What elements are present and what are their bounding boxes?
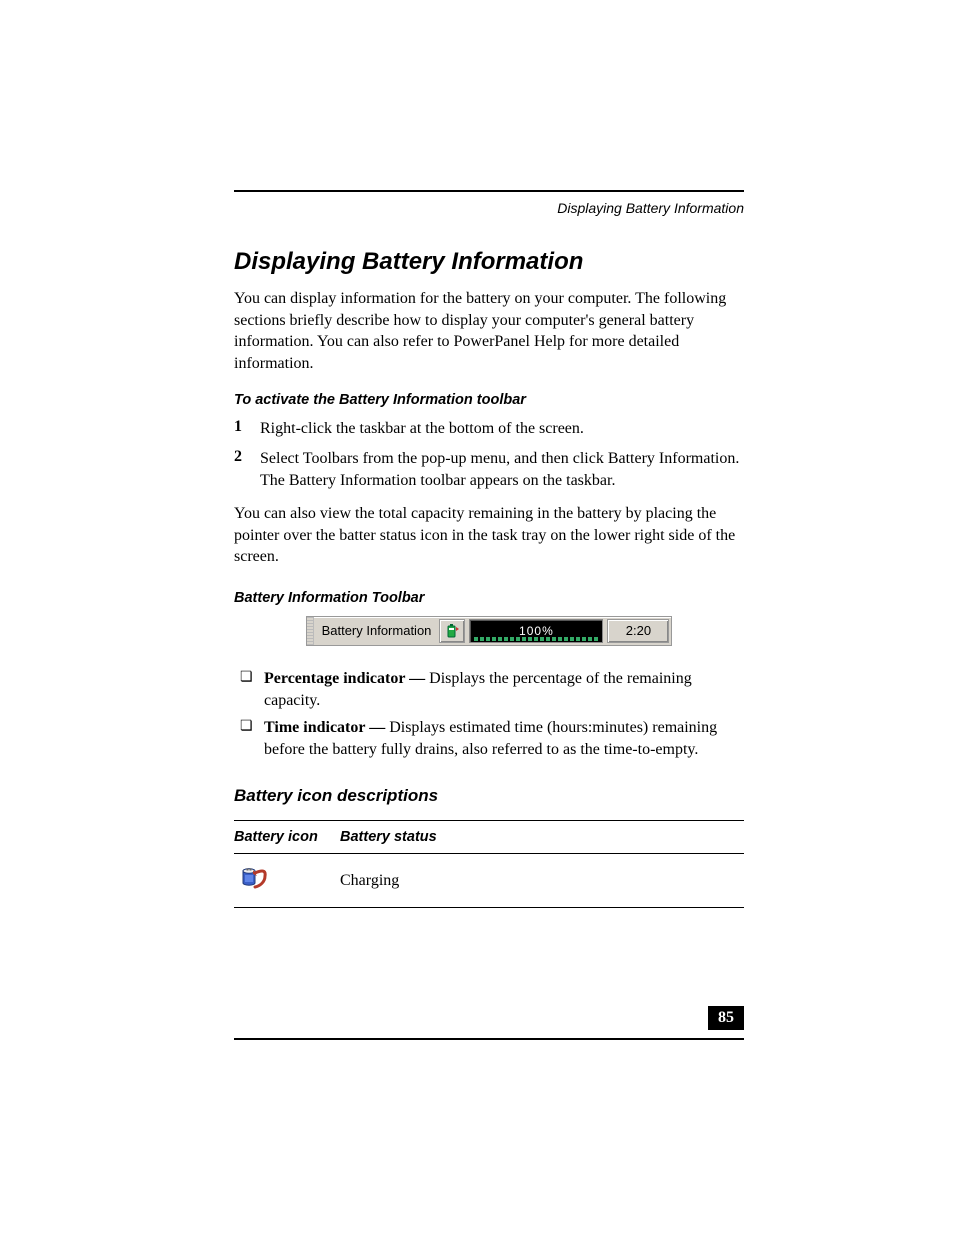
figure-caption: Battery Information Toolbar — [234, 590, 744, 606]
bullet-text: Time indicator — Displays estimated time… — [264, 717, 744, 760]
content-area: Displaying Battery Information You can d… — [234, 248, 744, 908]
bullet-item: ❏ Percentage indicator — Displays the pe… — [234, 668, 744, 711]
step-item: 1 Right-click the taskbar at the bottom … — [234, 418, 744, 440]
battery-icon-table: Battery icon Battery status — [234, 820, 744, 908]
percentage-value: 100% — [519, 624, 554, 638]
table-header-row: Battery icon Battery status — [234, 821, 744, 854]
step-text: Select Toolbars from the pop-up menu, an… — [260, 448, 744, 491]
page-number: 85 — [708, 1006, 744, 1030]
toolbar-grip — [307, 617, 314, 645]
table-header-icon: Battery icon — [234, 821, 340, 854]
step-number: 2 — [234, 448, 260, 491]
top-rule — [234, 190, 744, 192]
step-text: Right-click the taskbar at the bottom of… — [260, 418, 584, 440]
activate-heading: To activate the Battery Information tool… — [234, 392, 744, 408]
battery-info-toolbar: Battery Information 100% 2:20 — [306, 616, 673, 646]
toolbar-label: Battery Information — [316, 617, 438, 645]
table-row: Charging — [234, 854, 744, 908]
bullet-item: ❏ Time indicator — Displays estimated ti… — [234, 717, 744, 760]
bullet-term: Time indicator — — [264, 719, 389, 736]
time-indicator: 2:20 — [607, 619, 669, 643]
intro-paragraph: You can display information for the batt… — [234, 288, 744, 374]
icon-descriptions-heading: Battery icon descriptions — [234, 786, 744, 806]
step-item: 2 Select Toolbars from the pop-up menu, … — [234, 448, 744, 491]
time-value: 2:20 — [626, 623, 651, 638]
bullet-term: Percentage indicator — — [264, 670, 429, 687]
battery-status-icon — [439, 619, 465, 643]
bullet-text: Percentage indicator — Displays the perc… — [264, 668, 744, 711]
document-page: Displaying Battery Information Displayin… — [0, 0, 954, 1235]
bottom-rule — [234, 1038, 744, 1040]
bullet-marker: ❏ — [240, 668, 264, 711]
percentage-indicator: 100% — [469, 619, 603, 643]
running-header: Displaying Battery Information — [557, 200, 744, 216]
table-header-status: Battery status — [340, 821, 744, 854]
toolbar-figure: Battery Information 100% 2:20 — [234, 616, 744, 646]
page-title: Displaying Battery Information — [234, 248, 744, 276]
battery-status-cell: Charging — [340, 854, 744, 908]
battery-charging-icon — [238, 864, 270, 892]
tip-paragraph: You can also view the total capacity rem… — [234, 503, 744, 568]
battery-icon-cell — [234, 854, 340, 908]
bullet-marker: ❏ — [240, 717, 264, 760]
step-number: 1 — [234, 418, 260, 440]
